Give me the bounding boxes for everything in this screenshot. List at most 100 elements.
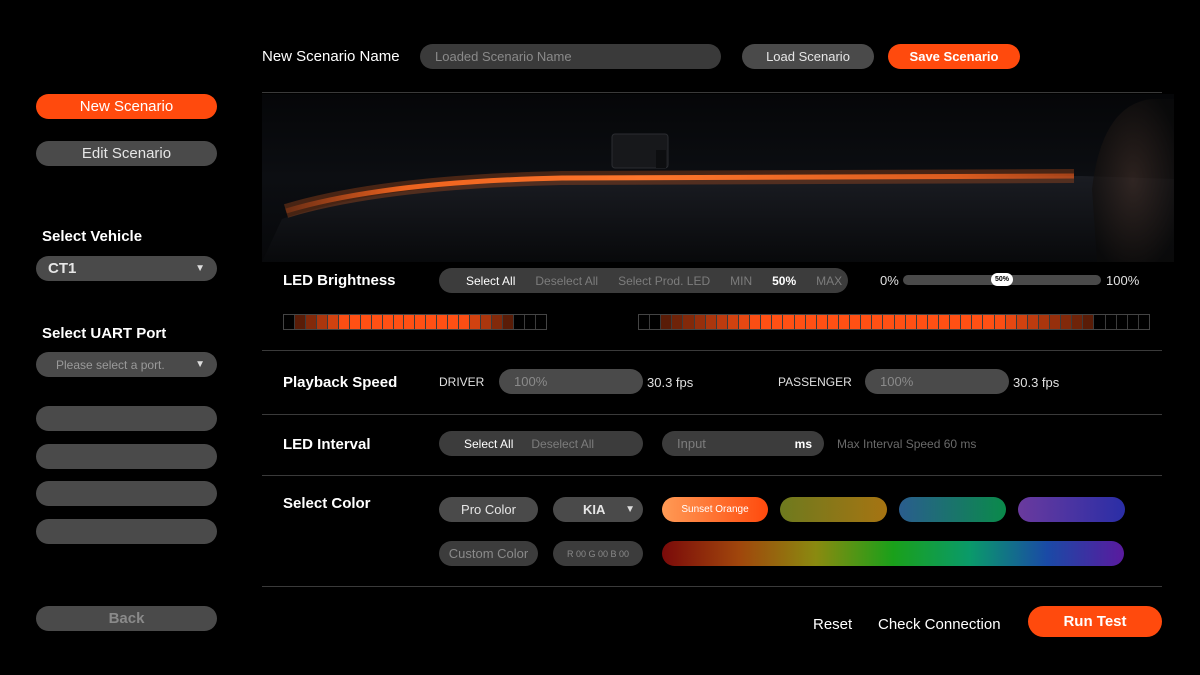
led-segment[interactable] (794, 315, 806, 329)
swatch-purple-blue[interactable] (1018, 497, 1125, 522)
led-segment[interactable] (761, 315, 773, 329)
led-segment[interactable] (983, 315, 995, 329)
led-segment[interactable] (371, 315, 383, 329)
led-segment[interactable] (805, 315, 817, 329)
led-segment[interactable] (1117, 315, 1128, 329)
led-segment[interactable] (536, 315, 546, 329)
led-segment[interactable] (492, 315, 504, 329)
passenger-speed-input[interactable]: 100% (865, 369, 1009, 394)
brightness-slider[interactable]: 50% (903, 273, 1101, 286)
led-segment[interactable] (448, 315, 460, 329)
vehicle-select[interactable]: CT1 ▼ (36, 256, 217, 281)
led-segment[interactable] (950, 315, 962, 329)
swatch-sunset-orange[interactable]: Sunset Orange (662, 497, 768, 522)
slider-knob[interactable]: 50% (991, 273, 1013, 286)
led-segment[interactable] (772, 315, 784, 329)
led-segment[interactable] (316, 315, 328, 329)
reset-button[interactable]: Reset (813, 616, 852, 633)
led-segment[interactable] (415, 315, 427, 329)
new-scenario-button[interactable]: New Scenario (36, 94, 217, 119)
led-segment[interactable] (705, 315, 717, 329)
brightness-min[interactable]: MIN (720, 274, 762, 288)
led-segment[interactable] (838, 315, 851, 329)
rgb-value-field[interactable]: R 00 G 00 B 00 (553, 541, 643, 566)
led-segment[interactable] (393, 315, 405, 329)
led-segment[interactable] (1106, 315, 1117, 329)
led-segment[interactable] (694, 315, 706, 329)
led-segment[interactable] (338, 315, 350, 329)
color-spectrum-slider[interactable] (662, 541, 1124, 566)
sidebar-empty-slot-2[interactable] (36, 444, 217, 469)
edit-scenario-button[interactable]: Edit Scenario (36, 141, 217, 166)
led-segment[interactable] (905, 315, 917, 329)
led-segment[interactable] (961, 315, 973, 329)
uart-select[interactable]: Please select a port. ▼ (36, 352, 217, 377)
led-segment[interactable] (503, 315, 515, 329)
save-scenario-button[interactable]: Save Scenario (888, 44, 1020, 69)
scenario-name-input[interactable]: Loaded Scenario Name (420, 44, 721, 69)
led-segment[interactable] (661, 315, 673, 329)
driver-led-strip[interactable] (283, 314, 547, 330)
led-segment[interactable] (927, 315, 939, 329)
sidebar-empty-slot-3[interactable] (36, 481, 217, 506)
sidebar-empty-slot-4[interactable] (36, 519, 217, 544)
led-segment[interactable] (1016, 315, 1028, 329)
led-segment[interactable] (382, 315, 394, 329)
driver-speed-input[interactable]: 100% (499, 369, 643, 394)
led-segment[interactable] (284, 315, 295, 329)
brightness-select-prod-led[interactable]: Select Prod. LED (608, 274, 720, 288)
led-segment[interactable] (872, 315, 884, 329)
led-segment[interactable] (426, 315, 438, 329)
led-segment[interactable] (750, 315, 762, 329)
led-segment[interactable] (305, 315, 317, 329)
led-segment[interactable] (639, 315, 651, 329)
sidebar-empty-slot-1[interactable] (36, 406, 217, 431)
swatch-blue-green[interactable] (899, 497, 1006, 522)
led-segment[interactable] (672, 315, 684, 329)
back-button[interactable]: Back (36, 606, 217, 631)
led-segment[interactable] (1038, 315, 1051, 329)
led-segment[interactable] (1072, 315, 1084, 329)
led-segment[interactable] (850, 315, 862, 329)
interval-select-all[interactable]: Select All (454, 437, 523, 451)
led-segment[interactable] (294, 315, 306, 329)
led-segment[interactable] (716, 315, 728, 329)
run-test-button[interactable]: Run Test (1028, 606, 1162, 637)
custom-color-button[interactable]: Custom Color (439, 541, 538, 566)
brightness-segmented-control[interactable]: Select All Deselect All Select Prod. LED… (439, 268, 848, 293)
led-segment[interactable] (683, 315, 695, 329)
led-segment[interactable] (437, 315, 449, 329)
led-segment[interactable] (1005, 315, 1017, 329)
interval-deselect-all[interactable]: Deselect All (523, 437, 604, 451)
led-segment[interactable] (1128, 315, 1139, 329)
interval-segmented-control[interactable]: Select All Deselect All (439, 431, 643, 456)
led-segment[interactable] (650, 315, 662, 329)
brightness-max[interactable]: MAX (806, 274, 852, 288)
swatch-olive-amber[interactable] (780, 497, 887, 522)
brightness-select-all[interactable]: Select All (456, 274, 525, 288)
load-scenario-button[interactable]: Load Scenario (742, 44, 874, 69)
led-segment[interactable] (938, 315, 951, 329)
led-segment[interactable] (994, 315, 1006, 329)
brightness-50[interactable]: 50% (762, 274, 806, 288)
led-segment[interactable] (883, 315, 895, 329)
brightness-deselect-all[interactable]: Deselect All (525, 274, 608, 288)
led-segment[interactable] (916, 315, 928, 329)
pro-color-button[interactable]: Pro Color (439, 497, 538, 522)
led-segment[interactable] (327, 315, 339, 329)
led-segment[interactable] (1094, 315, 1106, 329)
check-connection-button[interactable]: Check Connection (878, 616, 1001, 633)
led-segment[interactable] (1027, 315, 1039, 329)
led-segment[interactable] (514, 315, 525, 329)
led-segment[interactable] (861, 315, 873, 329)
led-segment[interactable] (459, 315, 471, 329)
led-segment[interactable] (1083, 315, 1095, 329)
led-segment[interactable] (1139, 315, 1149, 329)
led-segment[interactable] (1050, 315, 1062, 329)
led-segment[interactable] (972, 315, 984, 329)
interval-input[interactable]: Input ms (662, 431, 824, 456)
passenger-led-strip[interactable] (638, 314, 1150, 330)
led-segment[interactable] (470, 315, 482, 329)
led-segment[interactable] (1061, 315, 1073, 329)
led-segment[interactable] (360, 315, 372, 329)
